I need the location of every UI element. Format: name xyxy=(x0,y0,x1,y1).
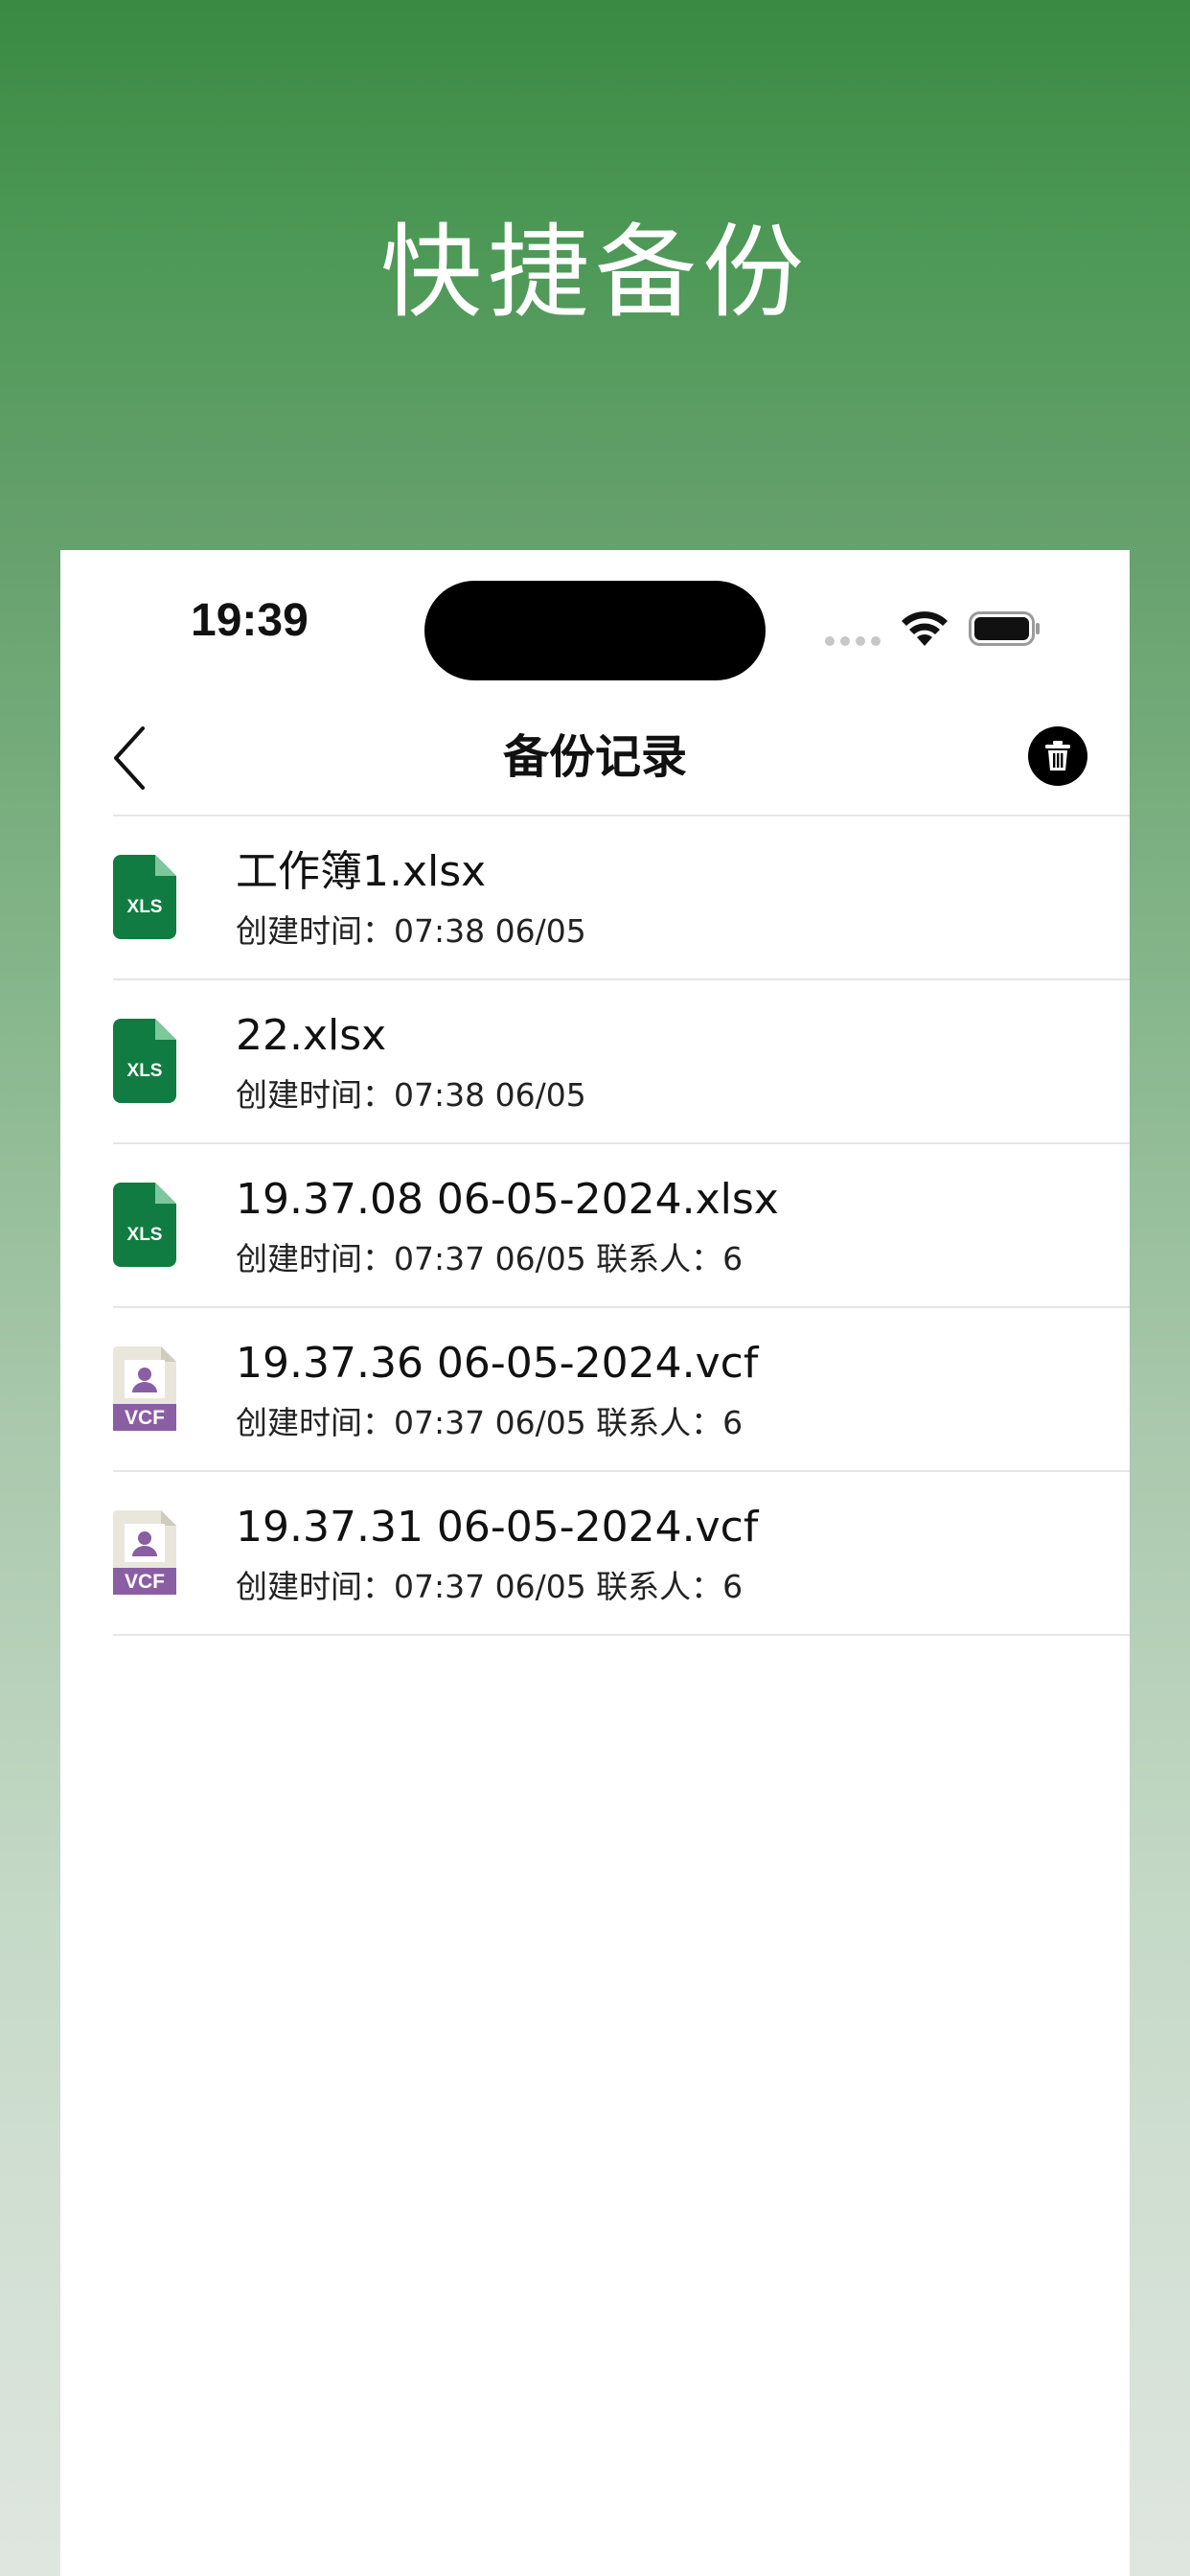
file-meta: 创建时间：07:37 06/05 联系人：6 xyxy=(236,1240,744,1277)
file-name: 22.xlsx xyxy=(236,1011,387,1060)
cellular-signal-icon xyxy=(825,636,881,646)
file-name: 工作簿1.xlsx xyxy=(236,847,487,896)
status-time: 19:39 xyxy=(191,595,309,646)
file-name: 19.37.36 06-05-2024.vcf xyxy=(236,1339,759,1388)
page-title: 备份记录 xyxy=(502,730,687,784)
file-name: 19.37.31 06-05-2024.vcf xyxy=(236,1503,759,1552)
file-meta: 创建时间：07:38 06/05 xyxy=(236,1076,586,1114)
phone-screen: 19:39 备份记录 XLS 工作簿1.xlsx 创建时间：07:38 06/0… xyxy=(60,550,1130,2576)
file-name: 19.37.08 06-05-2024.xlsx xyxy=(236,1175,779,1224)
dynamic-island xyxy=(424,581,766,680)
promo-title: 快捷备份 xyxy=(380,214,810,332)
file-meta: 创建时间：07:37 06/05 联系人：6 xyxy=(236,1404,744,1441)
svg-text:XLS: XLS xyxy=(127,1061,163,1081)
list-item[interactable]: XLS 工作簿1.xlsx 创建时间：07:38 06/05 xyxy=(113,816,1130,980)
list-item[interactable]: VCF 19.37.36 06-05-2024.vcf 创建时间：07:37 0… xyxy=(113,1308,1130,1472)
svg-text:XLS: XLS xyxy=(127,1225,163,1245)
svg-text:XLS: XLS xyxy=(127,897,163,917)
backup-list: XLS 工作簿1.xlsx 创建时间：07:38 06/05 XLS 22.xl… xyxy=(113,815,1130,1636)
file-meta: 创建时间：07:38 06/05 xyxy=(236,912,586,950)
xls-file-icon: XLS xyxy=(113,1019,176,1103)
battery-icon xyxy=(969,611,1040,646)
svg-text:VCF: VCF xyxy=(125,1407,165,1429)
file-meta: 创建时间：07:37 06/05 联系人：6 xyxy=(236,1568,744,1605)
vcf-file-icon: VCF xyxy=(113,1510,176,1595)
xls-file-icon: XLS xyxy=(113,1183,176,1267)
xls-file-icon: XLS xyxy=(113,855,176,939)
wifi-icon xyxy=(902,611,948,646)
list-item[interactable]: XLS 22.xlsx 创建时间：07:38 06/05 xyxy=(113,980,1130,1144)
trash-icon xyxy=(1045,741,1070,770)
list-item[interactable]: XLS 19.37.08 06-05-2024.xlsx 创建时间：07:37 … xyxy=(113,1144,1130,1308)
vcf-file-icon: VCF xyxy=(113,1346,176,1431)
delete-button[interactable] xyxy=(1028,726,1087,786)
svg-text:VCF: VCF xyxy=(125,1571,165,1593)
list-item[interactable]: VCF 19.37.31 06-05-2024.vcf 创建时间：07:37 0… xyxy=(113,1472,1130,1636)
